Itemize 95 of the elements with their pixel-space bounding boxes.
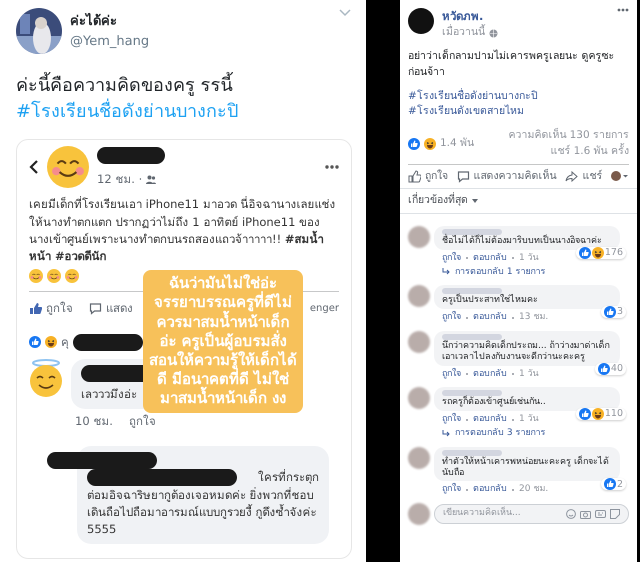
reply-link[interactable]: ตอบกลับ <box>473 484 507 496</box>
caption-sticker: ฉันว่ามันไม่ใช่อ่ะ จรรยาบรรณครูที่ดีไม่ควรมาสมน้ำหน้าเด็กอ่ะ ครูเป็นผู้อบรมสั่งสอนให้ความรู้ให้เด็กได้ดี มีอนาคตที่ดี ไม่ใช่มาสมน้ำหน้าเด็ก งง <box>143 270 303 413</box>
like-link[interactable]: ถูกใจ <box>442 414 461 425</box>
blurred-avatar <box>408 285 430 308</box>
page-avatar[interactable] <box>408 8 434 34</box>
reply-text: ต่อมอิจฉาริษยากูต้องเจอหมดค่ะ ยิ่งพวกที่ชอบเดินถือไปถือมาอารมณ์แบบกูรวยงี้ กูดึงซ้ำจังค่ะ 5555 <box>87 486 318 538</box>
caret-icon <box>472 199 478 204</box>
reaction-count: 3 <box>616 306 623 318</box>
display-name[interactable]: ค่ะได้ค่ะ <box>70 12 330 32</box>
profile-selector-icon[interactable] <box>610 171 629 182</box>
like-button[interactable]: ถูกใจ <box>408 168 448 184</box>
comment-text: ทำตัวให้หน้าเคารพหน่อยนะคะครู เด็กจะได้นับถือ <box>442 456 609 478</box>
laughing-reaction-icon <box>592 246 604 259</box>
messenger-label[interactable]: enger <box>310 301 339 316</box>
post-text: อย่าว่าเด็กลามปามไม่เคารพครูเลยนะ ดูครูซะก่อนจ้าา <box>408 49 616 80</box>
friends-icon <box>146 174 156 184</box>
reaction-count: 40 <box>610 362 623 374</box>
hashtag-link[interactable]: #โรงเรียนดังเขตสายไหม <box>408 105 524 118</box>
author-name[interactable]: หวัดภพ. <box>442 8 609 26</box>
tweet-text: ค่ะนี้คือความคิดของครู รรนี้ <box>16 74 352 98</box>
post-text: เคยมีเด็กที่โรงเรียนเอา iPhone11 มาอวด นี่อิจฉานางเลยแช่งให้นางทำตกแตก ปรากฏว่าไม่ถึง 1 อาทิตย์ iPhone11 ของนางเข้าศูนย์เพราะนางทำตกบนรถสองแถวจ้าาาาา!! #สมน้ำหน้า #อวดดีนัก <box>29 196 336 266</box>
laughing-reaction-icon <box>592 408 604 420</box>
comment-icon[interactable] <box>456 170 470 183</box>
laughing-reaction-icon <box>45 336 57 348</box>
blurred-name <box>442 450 502 456</box>
comment-text: รถครูก็ต้องเข้าศูนย์เช่นกัน.. <box>442 397 546 408</box>
emoji-icon[interactable] <box>566 509 576 520</box>
emoji-icon <box>47 269 61 284</box>
comment-button[interactable]: แสดงความคิดเห็น <box>456 168 557 184</box>
share-button[interactable]: แชร์ <box>565 168 602 184</box>
blurred-avatar <box>408 446 430 469</box>
laughing-reaction-icon <box>424 138 436 150</box>
redaction-bar <box>73 334 143 351</box>
like-link[interactable]: ถูกใจ <box>442 484 461 496</box>
reply-arrow-icon <box>442 268 451 276</box>
blurred-avatar <box>408 330 430 353</box>
blurred-name <box>442 288 502 294</box>
post-time[interactable]: เมื่อวานนี้ <box>442 25 485 41</box>
reaction-names: คุ <box>61 334 69 351</box>
comment-text: นึกว่าความคิดเด็กประถม... ถ้าว่างมาด่าเด็กเอาเวลาไปลงกับงานจะดีกว่านะคะครู <box>442 340 610 362</box>
reply-arrow-icon <box>442 430 451 437</box>
emoji-icon <box>29 269 43 284</box>
reply-text: ใครที่กระตุก <box>258 469 319 486</box>
emoji-icon <box>65 269 79 284</box>
smiley-emoji <box>47 146 89 188</box>
like-link[interactable]: ถูกใจ <box>442 312 461 323</box>
angel-emoji <box>29 358 63 397</box>
comment-text: ชื่อไม่ได้ก็ไม่ต้องมาริบบทเป็นนางอิจฉาค่ะ <box>442 236 602 246</box>
view-replies-link[interactable]: การตอบกลับ 3 รายการ <box>455 428 546 439</box>
blurred-name <box>442 334 502 340</box>
reaction-count: 2 <box>616 478 623 490</box>
blurred-avatar <box>408 387 430 410</box>
blurred-name <box>442 390 502 396</box>
sort-dropdown[interactable]: เกี่ยวข้องที่สุด <box>408 193 478 209</box>
more-icon[interactable] <box>617 8 629 12</box>
like-button[interactable]: ถูกใจ <box>29 300 73 318</box>
blurred-avatar <box>408 226 430 248</box>
share-icon[interactable] <box>565 170 578 183</box>
reaction-count[interactable]: 1.4 พัน <box>440 136 474 152</box>
thumbs-up-icon[interactable] <box>408 170 421 183</box>
comment-time[interactable]: 13 ชม. <box>519 312 548 323</box>
sticker-icon[interactable] <box>610 509 620 520</box>
back-icon[interactable] <box>29 159 39 176</box>
blurred-name <box>442 229 502 235</box>
comment-time: 10 ชม. <box>75 413 113 430</box>
reply-link[interactable]: ตอบกลับ <box>473 312 507 323</box>
hashtag-link[interactable]: #โรงเรียนชื่อดังย่านบางกะปิ <box>408 90 538 102</box>
user-handle[interactable]: @Yem_hang <box>70 32 330 51</box>
camera-icon[interactable] <box>580 509 591 520</box>
comment-time[interactable]: 1 วัน <box>519 368 539 380</box>
like-link[interactable]: ถูกใจ <box>442 252 461 264</box>
comment-time[interactable]: 1 วัน <box>519 252 539 264</box>
blurred-avatar <box>408 503 430 526</box>
reaction-count: 176 <box>604 247 623 258</box>
comment-button[interactable]: แสดง <box>89 300 133 318</box>
comment-time[interactable]: 20 ชม. <box>519 484 548 496</box>
like-reaction-icon <box>29 336 41 348</box>
reply-link[interactable]: ตอบกลับ <box>473 252 507 264</box>
like-link[interactable]: ถูกใจ <box>128 413 156 430</box>
reaction-count: 110 <box>604 408 623 420</box>
post-time: 12 ชม. · <box>97 170 142 188</box>
comment-time[interactable]: 1 วัน <box>519 414 539 425</box>
comment-icon[interactable] <box>89 302 102 316</box>
comment-count[interactable]: ความคิดเห็น 130 รายการ <box>508 128 629 144</box>
share-count[interactable]: แชร์ 1.6 พัน ครั้ง <box>508 144 629 160</box>
reply-link[interactable]: ตอบกลับ <box>473 368 507 380</box>
globe-icon <box>489 28 498 38</box>
redaction-bar <box>97 146 165 164</box>
like-reaction-icon <box>408 138 420 150</box>
thumbs-up-icon[interactable] <box>29 302 42 316</box>
view-replies-link[interactable]: การตอบกลับ 1 รายการ <box>455 266 546 278</box>
comment-text: ครูเป็นประสาทใช่ไหมคะ <box>442 295 538 306</box>
reply-link[interactable]: ตอบกลับ <box>473 414 507 425</box>
more-icon[interactable] <box>325 165 339 170</box>
like-link[interactable]: ถูกใจ <box>442 368 461 380</box>
